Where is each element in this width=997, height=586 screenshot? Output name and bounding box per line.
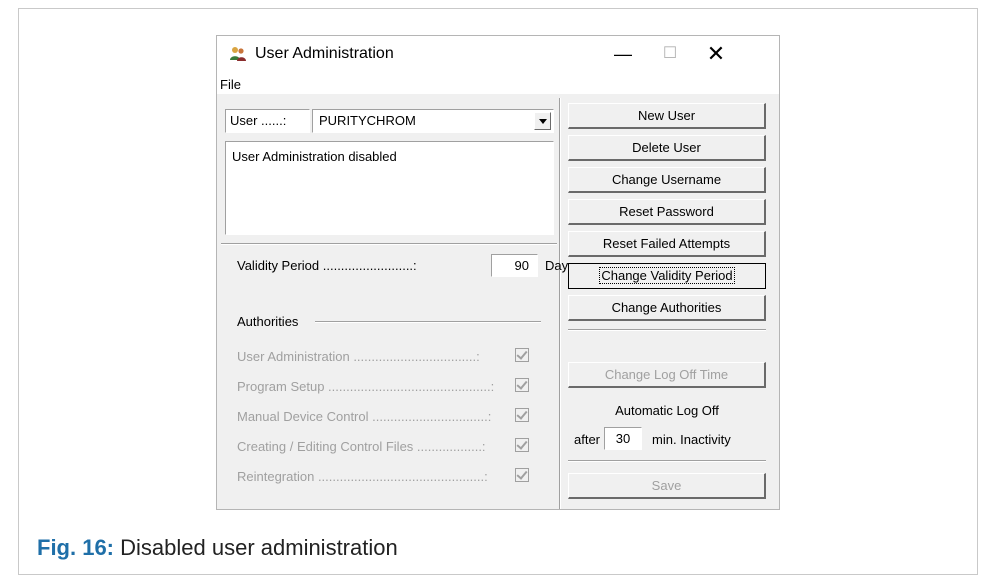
authority-manual-device-control-checkbox[interactable] [515, 408, 529, 422]
authority-control-files-checkbox[interactable] [515, 438, 529, 452]
vertical-separator [559, 98, 561, 509]
chevron-down-icon[interactable] [534, 112, 551, 130]
menu-file[interactable]: File [220, 77, 241, 92]
change-log-off-time-button[interactable]: Change Log Off Time [568, 362, 766, 388]
status-text: User Administration disabled [232, 149, 397, 164]
user-select-value: PURITYCHROM [319, 113, 416, 128]
validity-period-label: Validity Period ........................… [237, 258, 417, 273]
minimize-button[interactable]: — [600, 40, 646, 68]
right-separator-top [568, 329, 766, 331]
title-bar: User Administration — ☐ ✕ [217, 36, 779, 74]
close-button[interactable]: ✕ [693, 40, 739, 68]
reset-failed-attempts-button[interactable]: Reset Failed Attempts [568, 231, 766, 257]
change-username-button[interactable]: Change Username [568, 167, 766, 193]
authorities-group-line [315, 321, 541, 323]
change-validity-period-button[interactable]: Change Validity Period [568, 263, 766, 289]
figure-caption: Fig. 16: Disabled user administration [37, 535, 398, 561]
menu-bar: File [217, 74, 779, 94]
status-textbox[interactable]: User Administration disabled [225, 141, 554, 235]
authority-user-administration-label: User Administration ....................… [237, 349, 480, 364]
save-button[interactable]: Save [568, 473, 766, 499]
log-off-after-label: after [574, 432, 601, 447]
maximize-button[interactable]: ☐ [647, 40, 693, 68]
log-off-unit-label: min. Inactivity [652, 432, 731, 447]
left-separator [221, 243, 557, 245]
reset-password-button[interactable]: Reset Password [568, 199, 766, 225]
log-off-minutes-field[interactable]: 30 [604, 427, 642, 450]
authorities-group-title: Authorities [237, 314, 303, 329]
right-separator-bottom [568, 460, 766, 462]
new-user-button[interactable]: New User [568, 103, 766, 129]
users-icon [230, 47, 246, 61]
automatic-log-off-label: Automatic Log Off [615, 403, 719, 418]
authority-control-files-label: Creating / Editing Control Files .......… [237, 439, 486, 454]
change-authorities-button[interactable]: Change Authorities [568, 295, 766, 321]
figure-caption-text: Disabled user administration [120, 535, 398, 560]
authority-reintegration-checkbox[interactable] [515, 468, 529, 482]
authority-reintegration-label: Reintegration ..........................… [237, 469, 488, 484]
user-label: User ......: [225, 109, 310, 133]
validity-period-field[interactable]: 90 [491, 254, 538, 277]
user-select[interactable]: PURITYCHROM [312, 109, 554, 133]
window-title: User Administration [255, 45, 394, 62]
figure-number: Fig. 16: [37, 535, 115, 560]
delete-user-button[interactable]: Delete User [568, 135, 766, 161]
user-administration-window: User Administration — ☐ ✕ File User ....… [216, 35, 780, 510]
authority-program-setup-label: Program Setup ..........................… [237, 379, 495, 394]
authority-manual-device-control-label: Manual Device Control ..................… [237, 409, 492, 424]
authority-program-setup-checkbox[interactable] [515, 378, 529, 392]
authority-user-administration-checkbox[interactable] [515, 348, 529, 362]
change-validity-period-label: Change Validity Period [599, 267, 735, 284]
